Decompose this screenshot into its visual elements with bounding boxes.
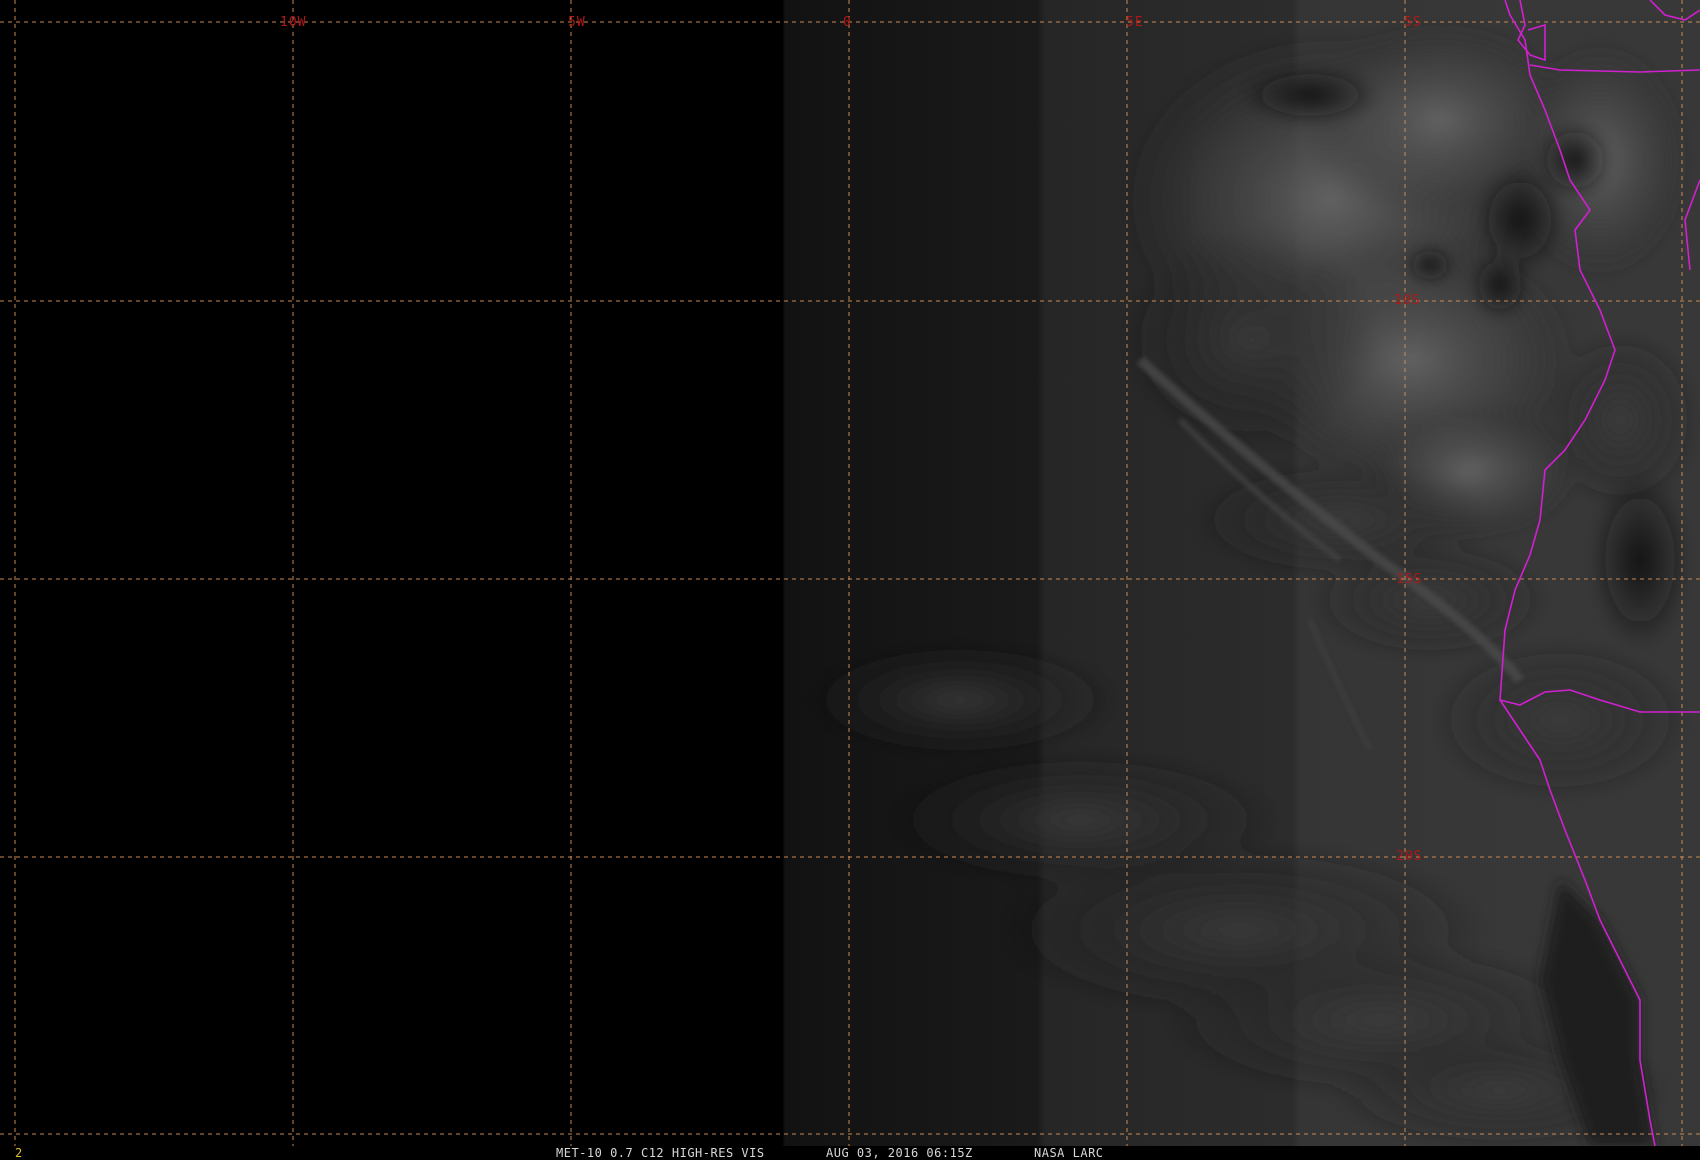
status-bar: 2 MET-10 0.7 C12 HIGH-RES VIS AUG 03, 20… (0, 1146, 1700, 1160)
lat-label-20s: 20S (1396, 849, 1422, 864)
lon-label-0: 0 (843, 15, 852, 30)
lon-label-5e: 5E (1126, 15, 1144, 30)
institution-label: NASA LARC (1034, 1146, 1104, 1160)
lon-label-10w: 10W (280, 15, 306, 30)
frame-number: 2 (15, 1146, 23, 1160)
image-timestamp: AUG 03, 2016 06:15Z (826, 1146, 973, 1160)
lon-label-5w: 5W (568, 15, 586, 30)
lat-label-15s: 15S (1396, 572, 1422, 587)
lat-label-5s: 5S (1404, 15, 1422, 30)
lat-label-10s: 10S (1394, 293, 1420, 308)
satellite-image-viewer: 10W 5W 0 5E 5S 10S 15S 20S 2 MET-10 0.7 … (0, 0, 1700, 1160)
satellite-map: 10W 5W 0 5E 5S 10S 15S 20S (0, 0, 1700, 1150)
satellite-product-label: MET-10 0.7 C12 HIGH-RES VIS (556, 1146, 765, 1160)
satellite-imagery (0, 0, 1700, 1150)
